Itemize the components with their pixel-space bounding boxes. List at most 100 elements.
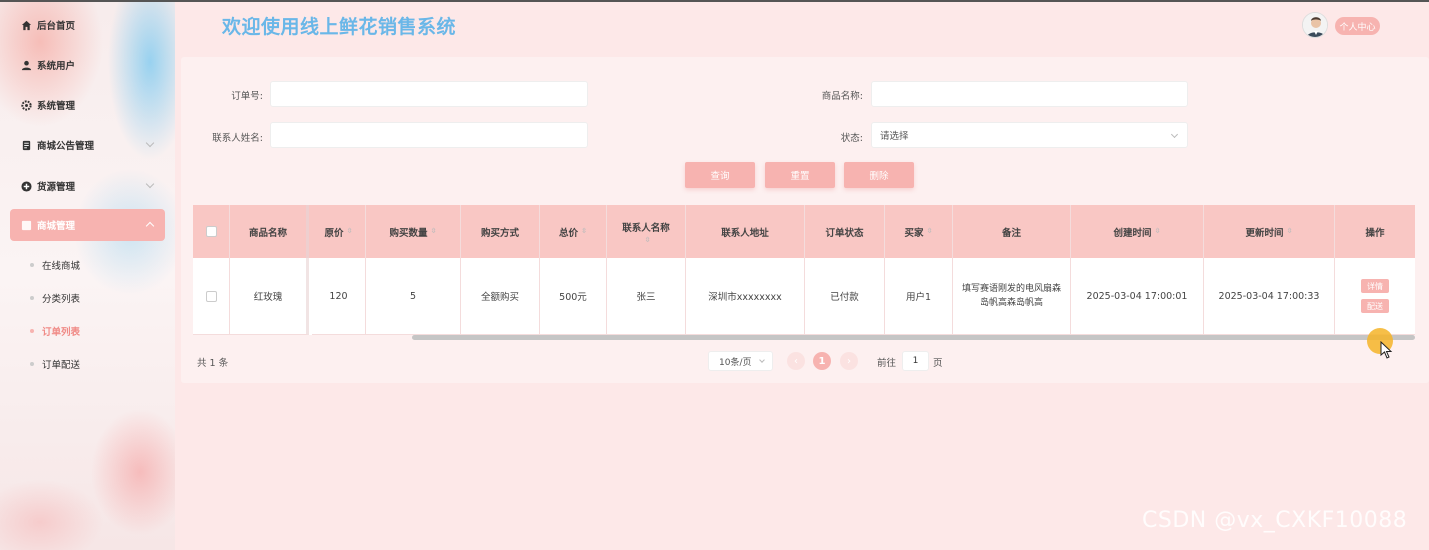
column-header[interactable]: 更新时间 ⇳ bbox=[1204, 205, 1335, 258]
sidebar-item-home[interactable]: 后台首页 bbox=[10, 9, 165, 41]
sidebar-item-label: 后台首页 bbox=[37, 21, 76, 32]
column-header[interactable]: 购买数量 ⇳ bbox=[366, 205, 461, 258]
sidebar-subitem-label: 在线商城 bbox=[42, 261, 81, 272]
user-icon bbox=[20, 59, 32, 71]
home-icon bbox=[20, 19, 32, 31]
sort-icon[interactable]: ⇳ bbox=[1155, 228, 1161, 235]
cell-note: 填写赛语刚发的电风扇森岛帆高森岛帆高 bbox=[953, 258, 1071, 335]
cell-status: 已付款 bbox=[805, 258, 885, 335]
watermark: CSDN @vx_CXKF10088 bbox=[1142, 508, 1408, 533]
avatar[interactable] bbox=[1302, 12, 1328, 38]
sidebar-subitem-category-list[interactable]: 分类列表 bbox=[30, 288, 80, 308]
product-name-input[interactable] bbox=[871, 81, 1188, 107]
sidebar-subitem-order-list[interactable]: 订单列表 bbox=[30, 321, 80, 341]
bullet-icon bbox=[30, 263, 34, 267]
column-header: 操作 bbox=[1365, 227, 1385, 239]
chevron-down-icon bbox=[145, 138, 155, 148]
status-label: 状态: bbox=[840, 133, 863, 144]
horizontal-scrollbar[interactable] bbox=[412, 335, 1415, 340]
sidebar-item-users[interactable]: 系统用户 bbox=[10, 49, 165, 81]
order-no-label: 订单号: bbox=[231, 91, 263, 102]
next-page-button[interactable]: › bbox=[840, 352, 858, 370]
total-count: 共 1 条 bbox=[197, 358, 229, 369]
table-row: 红玫瑰 120 5 全额购买 500元 张三 深圳市xxxxxxxx 已付款 用… bbox=[193, 258, 1415, 335]
contact-name-label: 联系人姓名: bbox=[212, 133, 263, 144]
sidebar-subitem-label: 订单列表 bbox=[42, 327, 81, 338]
row-select-cell bbox=[193, 258, 230, 335]
column-header[interactable]: 联系人名称 ⇳ bbox=[607, 205, 686, 258]
row-checkbox[interactable] bbox=[205, 290, 217, 302]
main-card: 订单号: 商品名称: 联系人姓名: 状态: 请选择 查询 重置 删除 商品名称 … bbox=[181, 57, 1429, 383]
cell-updated: 2025-03-04 17:00:33 bbox=[1204, 258, 1335, 335]
column-header[interactable]: 联系人地址 bbox=[686, 205, 805, 258]
sidebar-subitem-order-delivery[interactable]: 订单配送 bbox=[30, 354, 80, 374]
chevron-down-icon bbox=[145, 179, 155, 189]
cell-quantity: 5 bbox=[366, 258, 461, 335]
sidebar-item-system[interactable]: 系统管理 bbox=[10, 89, 165, 121]
order-no-input[interactable] bbox=[270, 81, 588, 107]
column-header[interactable]: 备注 bbox=[953, 205, 1071, 258]
select-all-cell bbox=[193, 205, 230, 258]
sort-icon[interactable]: ⇳ bbox=[645, 236, 651, 244]
add-circle-icon bbox=[20, 180, 32, 192]
bullet-icon bbox=[30, 329, 34, 333]
sidebar-item-shop[interactable]: 商城管理 bbox=[10, 209, 165, 241]
sidebar-subitem-online-shop[interactable]: 在线商城 bbox=[30, 255, 80, 275]
column-header[interactable]: 总价 ⇳ bbox=[540, 205, 607, 258]
reset-button[interactable]: 重置 bbox=[765, 162, 835, 188]
column-header[interactable]: 订单状态 bbox=[805, 205, 885, 258]
cell-product: 红玫瑰 bbox=[230, 258, 309, 335]
deliver-button[interactable]: 配送 bbox=[1361, 299, 1389, 313]
avatar-image bbox=[1303, 13, 1327, 37]
sort-icon[interactable]: ⇳ bbox=[581, 228, 587, 235]
column-header[interactable]: 原价 ⇳ bbox=[312, 205, 366, 258]
goto-page-input[interactable]: 1 bbox=[902, 351, 929, 371]
sort-icon[interactable]: ⇳ bbox=[1287, 228, 1293, 235]
page-size-value: 10条/页 bbox=[719, 357, 752, 368]
top-border bbox=[0, 0, 1429, 2]
profile-button[interactable]: 个人中心 bbox=[1335, 17, 1380, 35]
status-select[interactable]: 请选择 bbox=[871, 122, 1188, 148]
page-suffix: 页 bbox=[933, 358, 943, 369]
sidebar-item-notice[interactable]: 商城公告管理 bbox=[10, 129, 165, 161]
sidebar-item-label: 货源管理 bbox=[37, 182, 76, 193]
column-header[interactable]: 商品名称 bbox=[230, 205, 309, 258]
shop-icon bbox=[20, 219, 32, 231]
column-header[interactable]: 买家 ⇳ bbox=[885, 205, 953, 258]
sort-icon[interactable]: ⇳ bbox=[347, 228, 353, 235]
sidebar-subitem-label: 分类列表 bbox=[42, 294, 81, 305]
contact-name-input[interactable] bbox=[270, 122, 588, 148]
delete-button[interactable]: 删除 bbox=[844, 162, 914, 188]
current-page[interactable]: 1 bbox=[813, 352, 831, 370]
detail-button[interactable]: 详情 bbox=[1361, 279, 1389, 293]
cell-buyer: 用户1 bbox=[885, 258, 953, 335]
mouse-cursor-icon bbox=[1380, 341, 1393, 359]
page-size-select[interactable]: 10条/页 bbox=[708, 351, 773, 371]
query-button[interactable]: 查询 bbox=[685, 162, 755, 188]
document-icon bbox=[20, 139, 32, 151]
prev-page-button[interactable]: ‹ bbox=[787, 352, 805, 370]
sort-icon[interactable]: ⇳ bbox=[927, 228, 933, 235]
sidebar-subitem-label: 订单配送 bbox=[42, 360, 81, 371]
cell-contact: 张三 bbox=[607, 258, 686, 335]
status-select-value: 请选择 bbox=[880, 131, 909, 142]
cell-address: 深圳市xxxxxxxx bbox=[686, 258, 805, 335]
page-title: 欢迎使用线上鲜花销售系统 bbox=[222, 16, 457, 38]
sidebar-item-label: 系统管理 bbox=[37, 101, 76, 112]
bullet-icon bbox=[30, 362, 34, 366]
sort-icon[interactable]: ⇳ bbox=[431, 228, 437, 235]
select-all-checkbox[interactable] bbox=[205, 226, 217, 237]
sidebar-item-supply[interactable]: 货源管理 bbox=[10, 170, 165, 202]
gear-icon bbox=[20, 99, 32, 111]
product-name-label: 商品名称: bbox=[821, 91, 863, 102]
sidebar-item-label: 系统用户 bbox=[37, 61, 76, 72]
column-header[interactable]: 创建时间 ⇳ bbox=[1071, 205, 1204, 258]
chevron-down-icon bbox=[759, 357, 765, 363]
cell-total: 500元 bbox=[540, 258, 607, 335]
bullet-icon bbox=[30, 296, 34, 300]
sidebar-item-label: 商城公告管理 bbox=[37, 141, 95, 152]
column-header[interactable]: 购买方式 bbox=[461, 205, 540, 258]
cell-price: 120 bbox=[312, 258, 366, 335]
cell-method: 全额购买 bbox=[461, 258, 540, 335]
cell-actions: 详情 配送 bbox=[1335, 258, 1415, 335]
